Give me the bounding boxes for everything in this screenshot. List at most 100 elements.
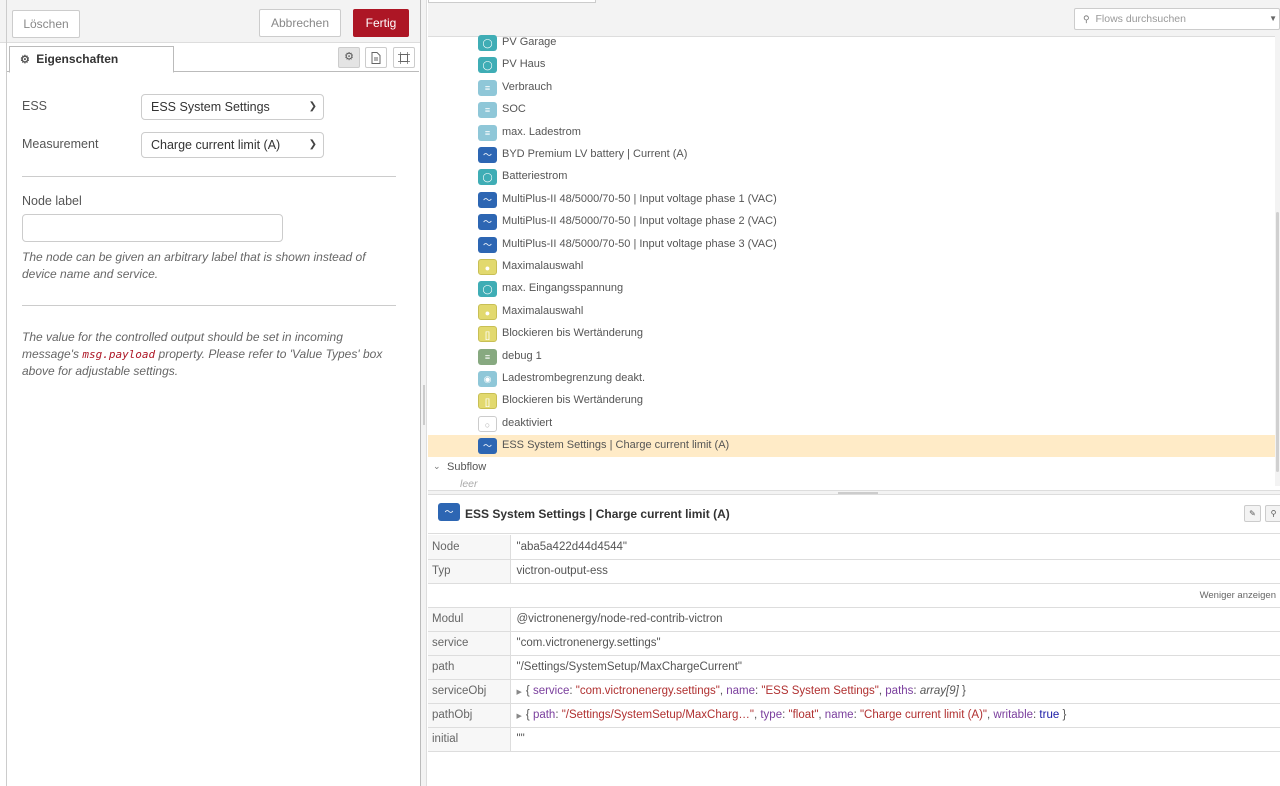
outline-node-row[interactable]: 〜 MultiPlus-II 48/5000/70-50 | Input volt… — [428, 234, 1276, 256]
obj-value: "com.victronenergy.settings" — [575, 685, 720, 697]
outline-node-label: ESS System Settings | Charge current lim… — [502, 439, 730, 452]
prop-key: pathObj — [428, 703, 511, 728]
expandable-object[interactable]: ▶{ service: "com.victronenergy.settings"… — [510, 679, 1280, 704]
prop-value: "aba5a422d44d4544" — [510, 535, 1280, 560]
output-help: The value for the controlled output shou… — [22, 329, 402, 380]
measurement-select[interactable]: Charge current limit (A) ❯ — [141, 132, 324, 158]
comment-icon: ○ — [478, 415, 497, 432]
outline-node-label: MultiPlus-II 48/5000/70-50 | Input volta… — [502, 215, 777, 228]
outline-scrollbar[interactable] — [1275, 36, 1280, 486]
obj-value: "ESS System Settings" — [761, 685, 879, 697]
settings-tab-button[interactable]: ⚙ — [338, 47, 360, 68]
victron-icon: 〜 — [478, 236, 497, 253]
filter-icon: [] — [478, 326, 497, 343]
tab-properties[interactable]: ⚙ Eigenschaften — [9, 46, 174, 73]
victron-icon: 〜 — [478, 147, 497, 163]
info-header: 〜 ESS System Settings | Charge current l… — [428, 495, 1280, 534]
prop-key: service — [428, 631, 511, 656]
expand-arrow-icon[interactable]: ▶ — [517, 713, 522, 720]
outline-node-row[interactable]: ◉ Ladestrombegrenzung deakt. — [428, 368, 1276, 390]
outline-node-row[interactable]: ● Maximalauswahl — [428, 256, 1276, 278]
description-tab-button[interactable] — [365, 47, 387, 68]
gauge-icon: ◯ — [478, 169, 497, 186]
outline-node-row[interactable]: ◯ PV Haus — [428, 54, 1276, 76]
gauge-icon: ◯ — [478, 35, 497, 51]
done-button[interactable]: Fertig — [353, 9, 409, 37]
outline-node-label: Blockieren bis Wertänderung — [502, 394, 644, 407]
outline-node-row[interactable]: ◯ Batteriestrom — [428, 166, 1276, 188]
search-icon: ⚲ — [1083, 14, 1090, 24]
scrollbar-thumb[interactable] — [1276, 212, 1279, 472]
outline-node-row[interactable]: 〜 MultiPlus-II 48/5000/70-50 | Input volt… — [428, 189, 1276, 211]
gear-icon: ⚙ — [20, 54, 30, 66]
outline-node-row[interactable]: [] Blockieren bis Wertänderung — [428, 323, 1276, 345]
node-label-label: Node label — [22, 194, 82, 208]
caret-down-icon[interactable]: ▼ — [1269, 9, 1277, 29]
outline-node-row[interactable]: ● Maximalauswahl — [428, 301, 1276, 323]
table-row: service "com.victronenergy.settings" — [428, 631, 1280, 656]
empty-cell — [428, 583, 510, 608]
appearance-tab-button[interactable] — [393, 47, 415, 68]
flow-search-input[interactable]: ⚲ Flows durchsuchen ▼ — [1074, 8, 1280, 30]
tray-edge — [6, 0, 7, 786]
outline-node-row[interactable]: ≡ SOC — [428, 99, 1276, 121]
gear-icon: ⚙ — [344, 51, 354, 63]
table-row: Modul @victronenergy/node-red-contrib-vic… — [428, 607, 1280, 632]
ess-label: ESS — [22, 99, 48, 113]
grip-handle[interactable] — [838, 492, 878, 494]
debug-icon: ≡ — [478, 348, 497, 365]
outline-node-row[interactable]: ≡ debug 1 — [428, 346, 1276, 368]
table-row: Node "aba5a422d44d4544" — [428, 535, 1280, 560]
delete-button[interactable]: Löschen — [12, 10, 80, 38]
info-title: ESS System Settings | Charge current lim… — [465, 507, 730, 521]
pane-splitter[interactable] — [421, 0, 427, 786]
expandable-object[interactable]: ▶{ path: "/Settings/SystemSetup/MaxCharg… — [510, 703, 1280, 728]
outline-node-row[interactable]: 〜 MultiPlus-II 48/5000/70-50 | Input volt… — [428, 211, 1276, 233]
table-row: Weniger anzeigen — [428, 583, 1280, 608]
obj-value: array[9] — [919, 685, 959, 697]
subflow-group[interactable]: ⌄ Subflow — [428, 458, 1276, 478]
outline-node-row[interactable]: ◯ max. Eingangsspannung — [428, 278, 1276, 300]
show-flow-button[interactable]: ✎ — [1244, 505, 1261, 522]
outline-sidebar: ⚲ Flows durchsuchen ▼ ◯ PV Garage ◯ PV Haus… — [428, 0, 1280, 786]
cancel-button[interactable]: Abbrechen — [259, 9, 341, 37]
chevron-down-icon[interactable]: ⌄ — [433, 461, 441, 472]
outline-node-row[interactable]: ≡ max. Ladestrom — [428, 122, 1276, 144]
outline-node-label: Maximalauswahl — [502, 304, 584, 317]
obj-key: name — [824, 709, 854, 721]
ess-select[interactable]: ESS System Settings ❯ — [141, 94, 324, 120]
outline-node-label: MultiPlus-II 48/5000/70-50 | Input volta… — [502, 192, 777, 205]
outline-node-row[interactable]: ≡ Verbrauch — [428, 77, 1276, 99]
prop-key: Node — [428, 535, 511, 560]
obj-key: name — [726, 685, 756, 697]
measurement-label: Measurement — [22, 137, 99, 151]
outline-node-row[interactable]: ○ deaktiviert — [428, 413, 1276, 435]
node-label-help: The node can be given an arbitrary label… — [22, 250, 366, 281]
expand-arrow-icon[interactable]: ▶ — [517, 689, 522, 696]
table-row: path "/Settings/SystemSetup/MaxChargeCurr… — [428, 655, 1280, 680]
tray-header: Löschen Abbrechen Fertig — [0, 0, 420, 43]
tab-properties-label: Eigenschaften — [36, 52, 119, 66]
table-row: pathObj ▶{ path: "/Settings/SystemSetup/… — [428, 703, 1280, 728]
outline-node-row[interactable]: ◯ PV Garage — [428, 32, 1276, 54]
search-node-button[interactable]: ⚲ — [1265, 505, 1280, 522]
show-less-link[interactable]: Weniger anzeigen — [510, 583, 1280, 608]
prop-value: "/Settings/SystemSetup/MaxChargeCurrent" — [510, 655, 1280, 680]
outline-node-row[interactable]: [] Blockieren bis Wertänderung — [428, 390, 1276, 412]
victron-icon: 〜 — [478, 191, 497, 208]
victron-icon: 〜 — [438, 503, 460, 521]
edit-tray: Löschen Abbrechen Fertig ⚙ Eigenschaften… — [0, 0, 421, 786]
outline-node-label: Maximalauswahl — [502, 260, 584, 272]
node-label-input[interactable] — [22, 214, 283, 242]
flow-icon: ✎ — [1249, 509, 1256, 518]
prop-value: "com.victronenergy.settings" — [510, 631, 1280, 656]
prop-value: "" — [510, 727, 1280, 752]
outline-node-row[interactable]: 〜 BYD Premium LV battery | Current (A) — [428, 144, 1276, 166]
properties-table: Node "aba5a422d44d4544" Typ victron-output… — [428, 535, 1280, 752]
outline-node-label: PV Garage — [502, 36, 557, 48]
outline-node-label: max. Eingangsspannung — [502, 282, 624, 295]
subflow-empty-label: leer — [460, 477, 478, 490]
grip-handle[interactable] — [423, 385, 425, 425]
outline-node-row[interactable]: 〜 ESS System Settings | Charge current li… — [428, 435, 1276, 458]
prop-key: path — [428, 655, 511, 680]
